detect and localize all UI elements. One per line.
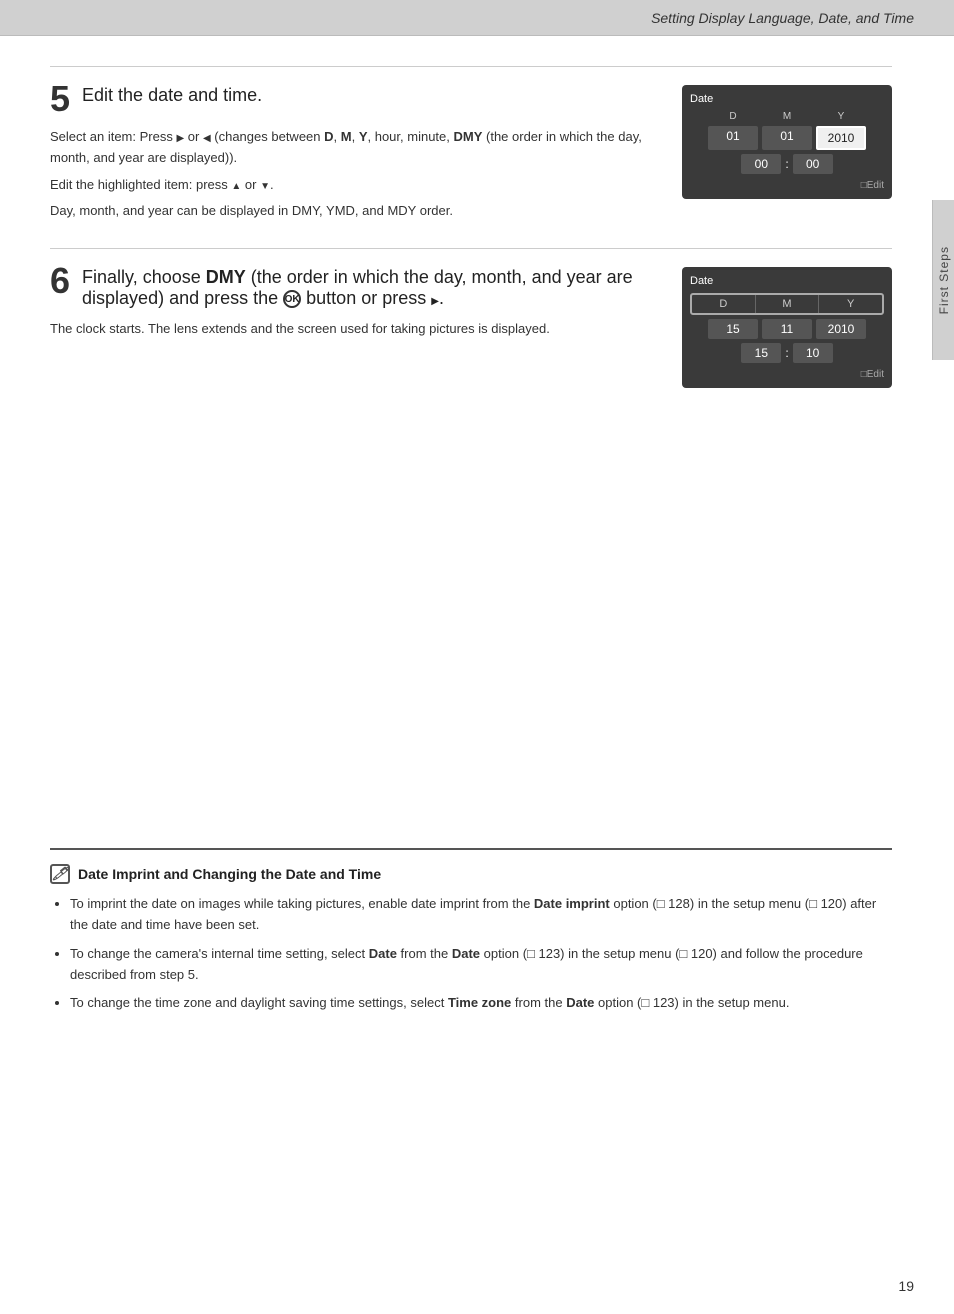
main-content: 5 Edit the date and time. Select an item… <box>0 36 932 1268</box>
screen2-d-label: D <box>692 295 756 313</box>
step6-screen: Date D M Y 15 11 2010 15 : 10 <box>682 267 892 388</box>
screen2-time-row: 15 : 10 <box>690 343 884 363</box>
screen2-dmy-row: D M Y <box>690 293 884 315</box>
page: Setting Display Language, Date, and Time… <box>0 0 954 1314</box>
ok-button-icon: OK <box>283 290 301 308</box>
screen2-hour: 15 <box>741 343 781 363</box>
note-title-text: Date Imprint and Changing the Date and T… <box>78 866 381 882</box>
step5-body2: Edit the highlighted item: press or . <box>50 175 662 196</box>
step6-body-text: The clock starts. The lens extends and t… <box>50 319 662 340</box>
screen1-year: 2010 <box>816 126 866 150</box>
step5-body3: Day, month, and year can be displayed in… <box>50 201 662 222</box>
screen2-minute: 10 <box>793 343 833 363</box>
step6-left: 6 Finally, choose DMY (the order in whic… <box>50 267 662 388</box>
step6-title-text: Finally, choose DMY (the order in which … <box>82 267 633 308</box>
screen2-date-row: 15 11 2010 <box>690 319 884 339</box>
page-number: 19 <box>0 1268 954 1314</box>
screen2-y-label: Y <box>819 295 882 313</box>
step6-section: 6 Finally, choose DMY (the order in whic… <box>50 248 892 388</box>
screen2-edit: □Edit <box>690 369 884 380</box>
screen1-month: 01 <box>762 126 812 150</box>
content-spacer <box>50 408 892 828</box>
camera-screen-1: Date D M Y 01 01 2010 00 : 00 <box>682 85 892 199</box>
screen2-day: 15 <box>708 319 758 339</box>
screen2-month: 11 <box>762 319 812 339</box>
step5-section: 5 Edit the date and time. Select an item… <box>50 66 892 228</box>
step5-number: 5 <box>50 85 70 117</box>
screen1-label-y: Y <box>816 111 866 122</box>
screen1-labels: D M Y <box>690 111 884 122</box>
screen1-time-row: 00 : 00 <box>690 154 884 174</box>
screen1-title: Date <box>690 93 884 105</box>
step5-screen: Date D M Y 01 01 2010 00 : 00 <box>682 85 892 228</box>
side-tab-label: First Steps <box>937 246 951 314</box>
screen1-label-d: D <box>708 111 758 122</box>
screen2-title: Date <box>690 275 884 287</box>
step6-title: 6 Finally, choose DMY (the order in whic… <box>50 267 662 309</box>
screen2-m-label: M <box>756 295 820 313</box>
note-box-title: 🖊 Date Imprint and Changing the Date and… <box>50 864 892 884</box>
step6-body: The clock starts. The lens extends and t… <box>50 319 662 340</box>
step5-left: 5 Edit the date and time. Select an item… <box>50 85 662 228</box>
screen1-date-row: 01 01 2010 <box>690 126 884 150</box>
note-bullets: To imprint the date on images while taki… <box>50 894 892 1014</box>
step5-title: 5 Edit the date and time. <box>50 85 662 117</box>
screen1-edit: □Edit <box>690 180 884 191</box>
screen1-hour: 00 <box>741 154 781 174</box>
screen2-year: 2010 <box>816 319 866 339</box>
step5-title-text: Edit the date and time. <box>82 85 262 105</box>
note-bullet-3: To change the time zone and daylight sav… <box>70 993 892 1014</box>
note-bullet-1: To imprint the date on images while taki… <box>70 894 892 936</box>
step6-number: 6 <box>50 267 70 299</box>
screen1-day: 01 <box>708 126 758 150</box>
header-title: Setting Display Language, Date, and Time <box>651 10 914 26</box>
header-bar: Setting Display Language, Date, and Time <box>0 0 954 36</box>
side-tab: First Steps <box>932 200 954 360</box>
screen1-minute: 00 <box>793 154 833 174</box>
note-box: 🖊 Date Imprint and Changing the Date and… <box>50 848 892 1014</box>
screen2-colon: : <box>785 346 788 360</box>
screen1-label-m: M <box>762 111 812 122</box>
screen1-colon: : <box>785 157 788 171</box>
note-icon: 🖊 <box>50 864 70 884</box>
camera-screen-2: Date D M Y 15 11 2010 15 : 10 <box>682 267 892 388</box>
step5-body1: Select an item: Press or (changes betwee… <box>50 127 662 169</box>
note-bullet-2: To change the camera's internal time set… <box>70 944 892 986</box>
step5-body: Select an item: Press or (changes betwee… <box>50 127 662 222</box>
